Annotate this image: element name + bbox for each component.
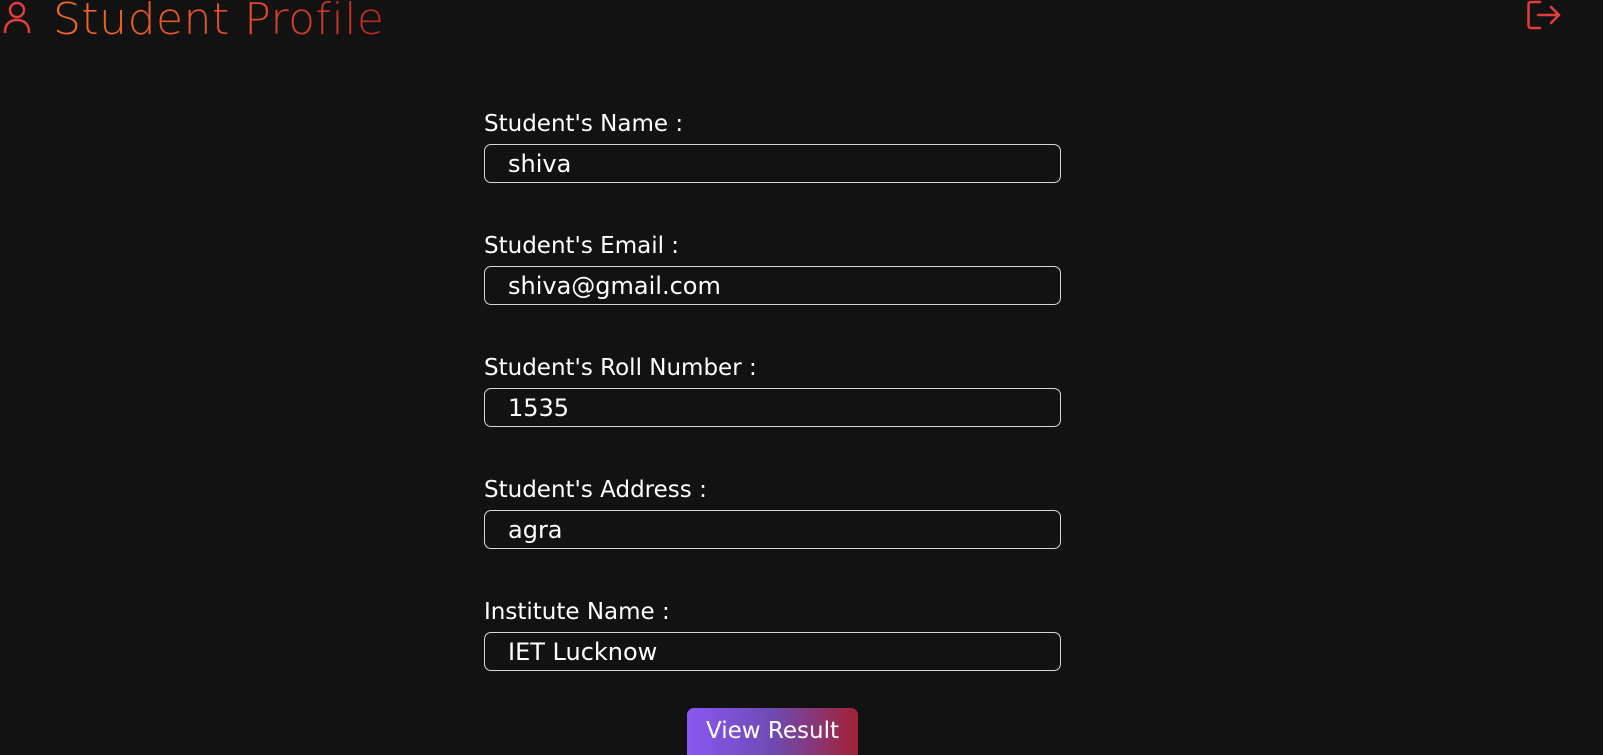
institute-input[interactable] [484,632,1061,671]
email-label: Student's Email : [484,233,680,259]
roll-number-input[interactable] [484,388,1061,427]
user-icon [3,1,31,34]
address-label: Student's Address : [484,477,707,503]
page-title: Student Profile [53,0,385,50]
address-field-group: Student's Address : [484,474,1062,596]
name-input[interactable] [484,144,1061,183]
institute-label: Institute Name : [484,599,670,625]
institute-field-group: Institute Name : [484,596,1062,718]
email-field-group: Student's Email : [484,230,1062,352]
email-input[interactable] [484,266,1061,305]
address-input[interactable] [484,510,1061,549]
name-field-group: Student's Name : [484,108,1062,230]
student-profile-form: Student's Name : Student's Email : Stude… [484,108,1062,718]
name-label: Student's Name : [484,111,684,137]
roll-number-field-group: Student's Roll Number : [484,352,1062,474]
logout-icon[interactable] [1526,0,1564,32]
student-profile-page: Student Profile Student's Name : Student… [0,0,1603,755]
view-result-button[interactable]: View Result [687,708,858,755]
roll-number-label: Student's Roll Number : [484,355,757,381]
